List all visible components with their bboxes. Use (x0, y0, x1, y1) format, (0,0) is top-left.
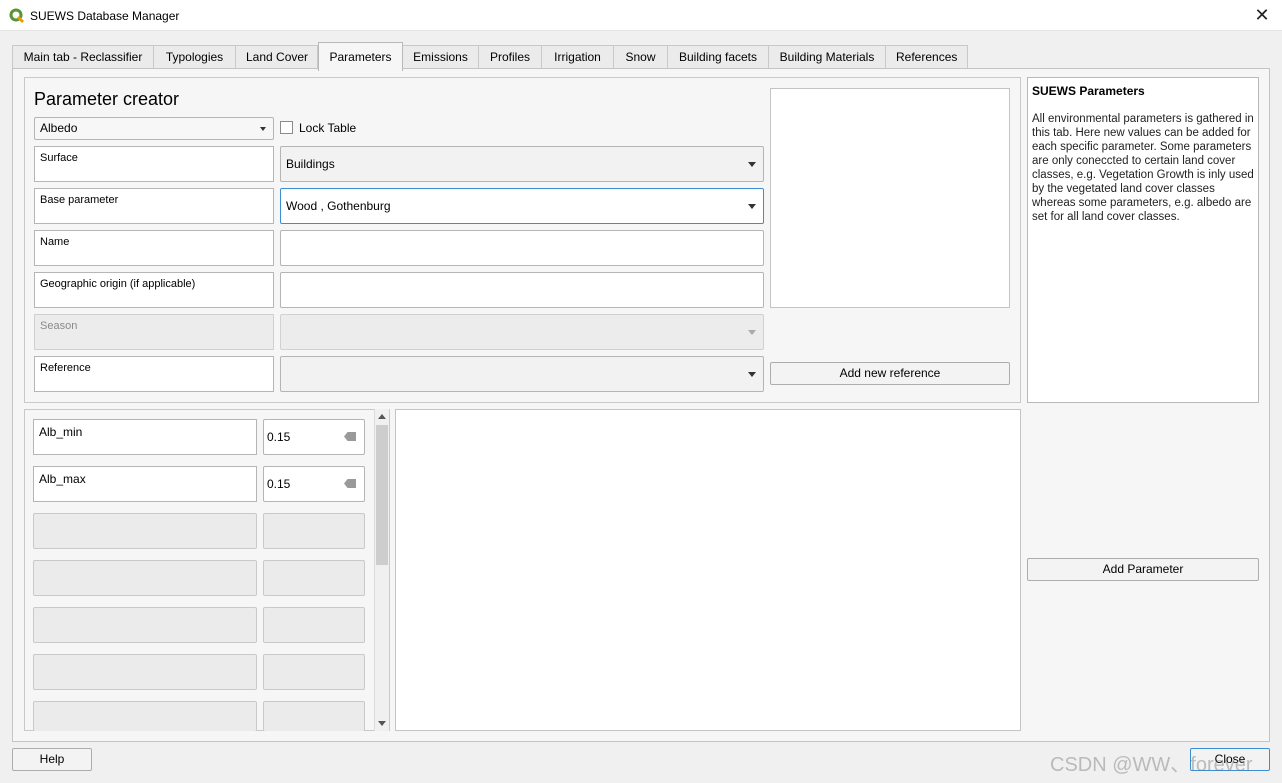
base-parameter-select-value: Wood , Gothenburg (286, 199, 391, 213)
tab-references[interactable]: References (885, 45, 968, 70)
scroll-up-arrow-icon[interactable] (378, 414, 386, 419)
param-value-text: 0.15 (267, 477, 291, 491)
parameter-select-value: Albedo (40, 121, 78, 135)
title-bar: SUEWS Database Manager ✕ (0, 0, 1282, 31)
chevron-down-icon (748, 372, 756, 377)
chevron-down-icon (748, 330, 756, 335)
name-label: Name (34, 230, 274, 266)
scroll-down-arrow-icon[interactable] (378, 721, 386, 726)
lock-table-label: Lock Table (299, 121, 357, 135)
help-button[interactable]: Help (12, 748, 92, 771)
empty-param-name (33, 560, 257, 596)
surface-select[interactable]: Buildings (280, 146, 764, 182)
param-value-alb-min[interactable]: 0.15 (263, 419, 365, 455)
empty-param-name (33, 654, 257, 690)
tab-land-cover[interactable]: Land Cover (235, 45, 318, 70)
empty-param-value (263, 513, 365, 549)
reference-label: Reference (34, 356, 274, 392)
window-close-icon[interactable]: ✕ (1252, 6, 1272, 26)
tab-parameters[interactable]: Parameters (318, 42, 403, 71)
surface-select-value: Buildings (286, 157, 335, 171)
chevron-down-icon (260, 126, 266, 131)
tab-snow[interactable]: Snow (613, 45, 668, 70)
empty-param-value (263, 607, 365, 643)
info-panel: SUEWS Parameters All environmental param… (1027, 77, 1259, 403)
season-select[interactable] (280, 314, 764, 350)
empty-param-name (33, 701, 257, 731)
tab-profiles[interactable]: Profiles (478, 45, 542, 70)
param-value-text: 0.15 (267, 430, 291, 444)
empty-param-value (263, 560, 365, 596)
scroll-thumb[interactable] (376, 425, 388, 565)
watermark-text: CSDN @WW、forever (1050, 754, 1253, 776)
info-title: SUEWS Parameters (1032, 84, 1145, 98)
season-label: Season (34, 314, 274, 350)
info-body: All environmental parameters is gathered… (1032, 113, 1254, 223)
param-name-alb-min: Alb_min (33, 419, 257, 455)
parameter-creator-title: Parameter creator (34, 89, 180, 109)
add-new-reference-button[interactable]: Add new reference (770, 362, 1010, 385)
tab-building-facets[interactable]: Building facets (667, 45, 769, 70)
qgis-icon (9, 8, 25, 24)
add-parameter-button[interactable]: Add Parameter (1027, 558, 1259, 581)
tab-emissions[interactable]: Emissions (402, 45, 479, 70)
window-title: SUEWS Database Manager (30, 9, 180, 23)
geographic-origin-input[interactable] (280, 272, 764, 308)
surface-label: Surface (34, 146, 274, 182)
parameter-table[interactable] (395, 409, 1021, 731)
reference-preview-box (770, 88, 1010, 308)
tab-building-materials[interactable]: Building Materials (768, 45, 886, 70)
param-name-alb-max: Alb_max (33, 466, 257, 502)
tab-main-reclassifier[interactable]: Main tab - Reclassifier (12, 45, 154, 70)
param-scrollbar[interactable] (374, 409, 389, 731)
clear-icon[interactable] (344, 479, 356, 488)
geographic-origin-label: Geographic origin (if applicable) (34, 272, 274, 308)
tab-irrigation[interactable]: Irrigation (541, 45, 614, 70)
param-value-alb-max[interactable]: 0.15 (263, 466, 365, 502)
name-input[interactable] (280, 230, 764, 266)
empty-param-name (33, 607, 257, 643)
base-parameter-select[interactable]: Wood , Gothenburg (280, 188, 764, 224)
chevron-down-icon (748, 204, 756, 209)
lock-table-checkbox[interactable] (280, 121, 293, 134)
empty-param-name (33, 513, 257, 549)
empty-param-value (263, 654, 365, 690)
reference-select[interactable] (280, 356, 764, 392)
clear-icon[interactable] (344, 432, 356, 441)
base-parameter-label: Base parameter (34, 188, 274, 224)
parameter-select[interactable]: Albedo (34, 117, 274, 140)
chevron-down-icon (748, 162, 756, 167)
empty-param-value (263, 701, 365, 731)
tab-typologies[interactable]: Typologies (153, 45, 236, 70)
